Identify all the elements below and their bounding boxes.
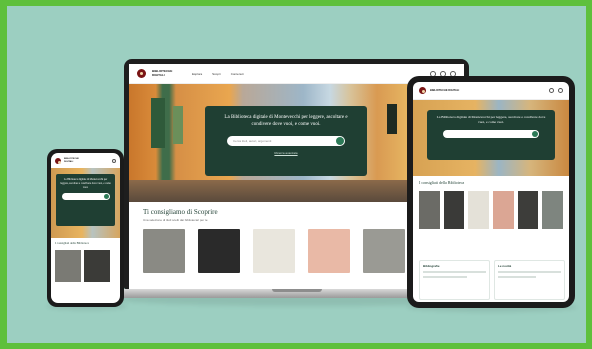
phone-navigation: BIBLIOTECHE DIGITALI — [51, 153, 120, 168]
tablet-recommended-section: I consigliati della Biblioteca — [413, 176, 569, 233]
book-cover[interactable] — [468, 191, 490, 229]
logo-text: BIBLIOTECHE DIGITALI — [152, 69, 173, 77]
tablet-screen: BIBLIOTECHE DIGITALI La Biblioteca digit… — [413, 82, 569, 302]
book-cover[interactable] — [253, 229, 295, 273]
library-logo-icon[interactable] — [55, 157, 61, 164]
box-title: Bibliografie — [423, 264, 440, 268]
advanced-search-link[interactable]: Ricerca avanzata — [215, 151, 357, 155]
book-cover[interactable] — [143, 229, 185, 273]
book-cover[interactable] — [419, 191, 440, 229]
hero-photo-window — [387, 104, 397, 134]
tablet-hero-card: La Biblioteca digitale di Montevecchi pe… — [427, 110, 555, 160]
book-cover[interactable] — [493, 191, 514, 229]
hero-title: La Biblioteca digitale di Montevecchi pe… — [224, 115, 348, 127]
laptop-notch — [272, 289, 322, 292]
search-input[interactable]: Cerca titoli, autori, argomenti — [227, 136, 345, 146]
book-cover[interactable] — [84, 250, 110, 282]
text-line — [498, 271, 561, 273]
book-cover[interactable] — [517, 191, 539, 229]
news-box[interactable]: Le novità — [494, 260, 565, 300]
tablet-navigation: BIBLIOTECHE DIGITALI — [413, 82, 569, 100]
book-cover[interactable] — [443, 191, 465, 229]
book-cover[interactable] — [55, 250, 81, 282]
bibliographies-box[interactable]: Bibliografie — [419, 260, 490, 300]
tablet-device: BIBLIOTECHE DIGITALI La Biblioteca digit… — [407, 76, 575, 308]
hero-photo-shutter — [151, 98, 165, 148]
book-carousel — [143, 229, 450, 273]
nav-item-contenuti[interactable]: Contenuti — [231, 72, 244, 76]
search-icon[interactable] — [549, 88, 554, 93]
book-cover[interactable] — [308, 229, 350, 273]
hero-title: La Biblioteca digitale di Montevecchi pe… — [436, 115, 546, 124]
search-placeholder: Cerca titoli, autori, argomenti — [233, 139, 272, 143]
text-line — [498, 276, 536, 278]
phone-device: BIBLIOTECHE DIGITALI La Biblioteca digit… — [47, 149, 124, 307]
search-button[interactable] — [336, 137, 344, 145]
showcase-background: BIBLIOTECHE DIGITALI Esplora Scopri Cont… — [7, 6, 586, 343]
hero-photo-shutter — [173, 106, 183, 144]
section-title: Ti consigliamo di Scoprire — [143, 208, 218, 216]
section-title: I consigliati della Biblioteca — [55, 241, 89, 245]
menu-icon[interactable] — [112, 158, 116, 163]
hero-title: La Biblioteca digitale di Montevecchi pe… — [60, 178, 111, 189]
text-line — [423, 271, 486, 273]
section-subtitle: Una selezione di titoli scelti dai bibli… — [143, 218, 208, 222]
tablet-hero: La Biblioteca digitale di Montevecchi pe… — [413, 100, 569, 176]
library-logo-icon[interactable] — [419, 87, 426, 94]
library-logo-icon[interactable] — [137, 69, 146, 78]
logo-text: BIBLIOTECHE DIGITALI — [430, 88, 460, 92]
phone-recommended-section: I consigliati della Biblioteca — [51, 238, 120, 285]
book-cover[interactable] — [542, 191, 564, 229]
phone-hero-card: La Biblioteca digitale di Montevecchi pe… — [56, 174, 115, 226]
search-button[interactable] — [103, 194, 109, 200]
logo-text: BIBLIOTECHE DIGITALI — [64, 157, 79, 163]
phone-hero: La Biblioteca digitale di Montevecchi pe… — [51, 168, 120, 238]
book-cover[interactable] — [363, 229, 405, 273]
book-carousel — [419, 191, 564, 229]
book-cover[interactable] — [198, 229, 240, 273]
hero-search-card: La Biblioteca digitale di Montevecchi pe… — [205, 106, 367, 176]
tablet-info-boxes: Bibliografie Le novità — [419, 260, 565, 300]
phone-screen: BIBLIOTECHE DIGITALI La Biblioteca digit… — [51, 153, 120, 303]
menu-icon[interactable] — [558, 88, 563, 93]
search-button[interactable] — [532, 131, 538, 137]
nav-item-scopri[interactable]: Scopri — [212, 72, 221, 76]
nav-item-esplora[interactable]: Esplora — [192, 72, 202, 76]
search-input[interactable] — [443, 130, 539, 138]
section-title: I consigliati della Biblioteca — [419, 180, 465, 185]
text-line — [423, 276, 468, 278]
book-carousel — [55, 250, 116, 282]
search-input[interactable] — [61, 193, 110, 201]
box-title: Le novità — [498, 264, 512, 268]
